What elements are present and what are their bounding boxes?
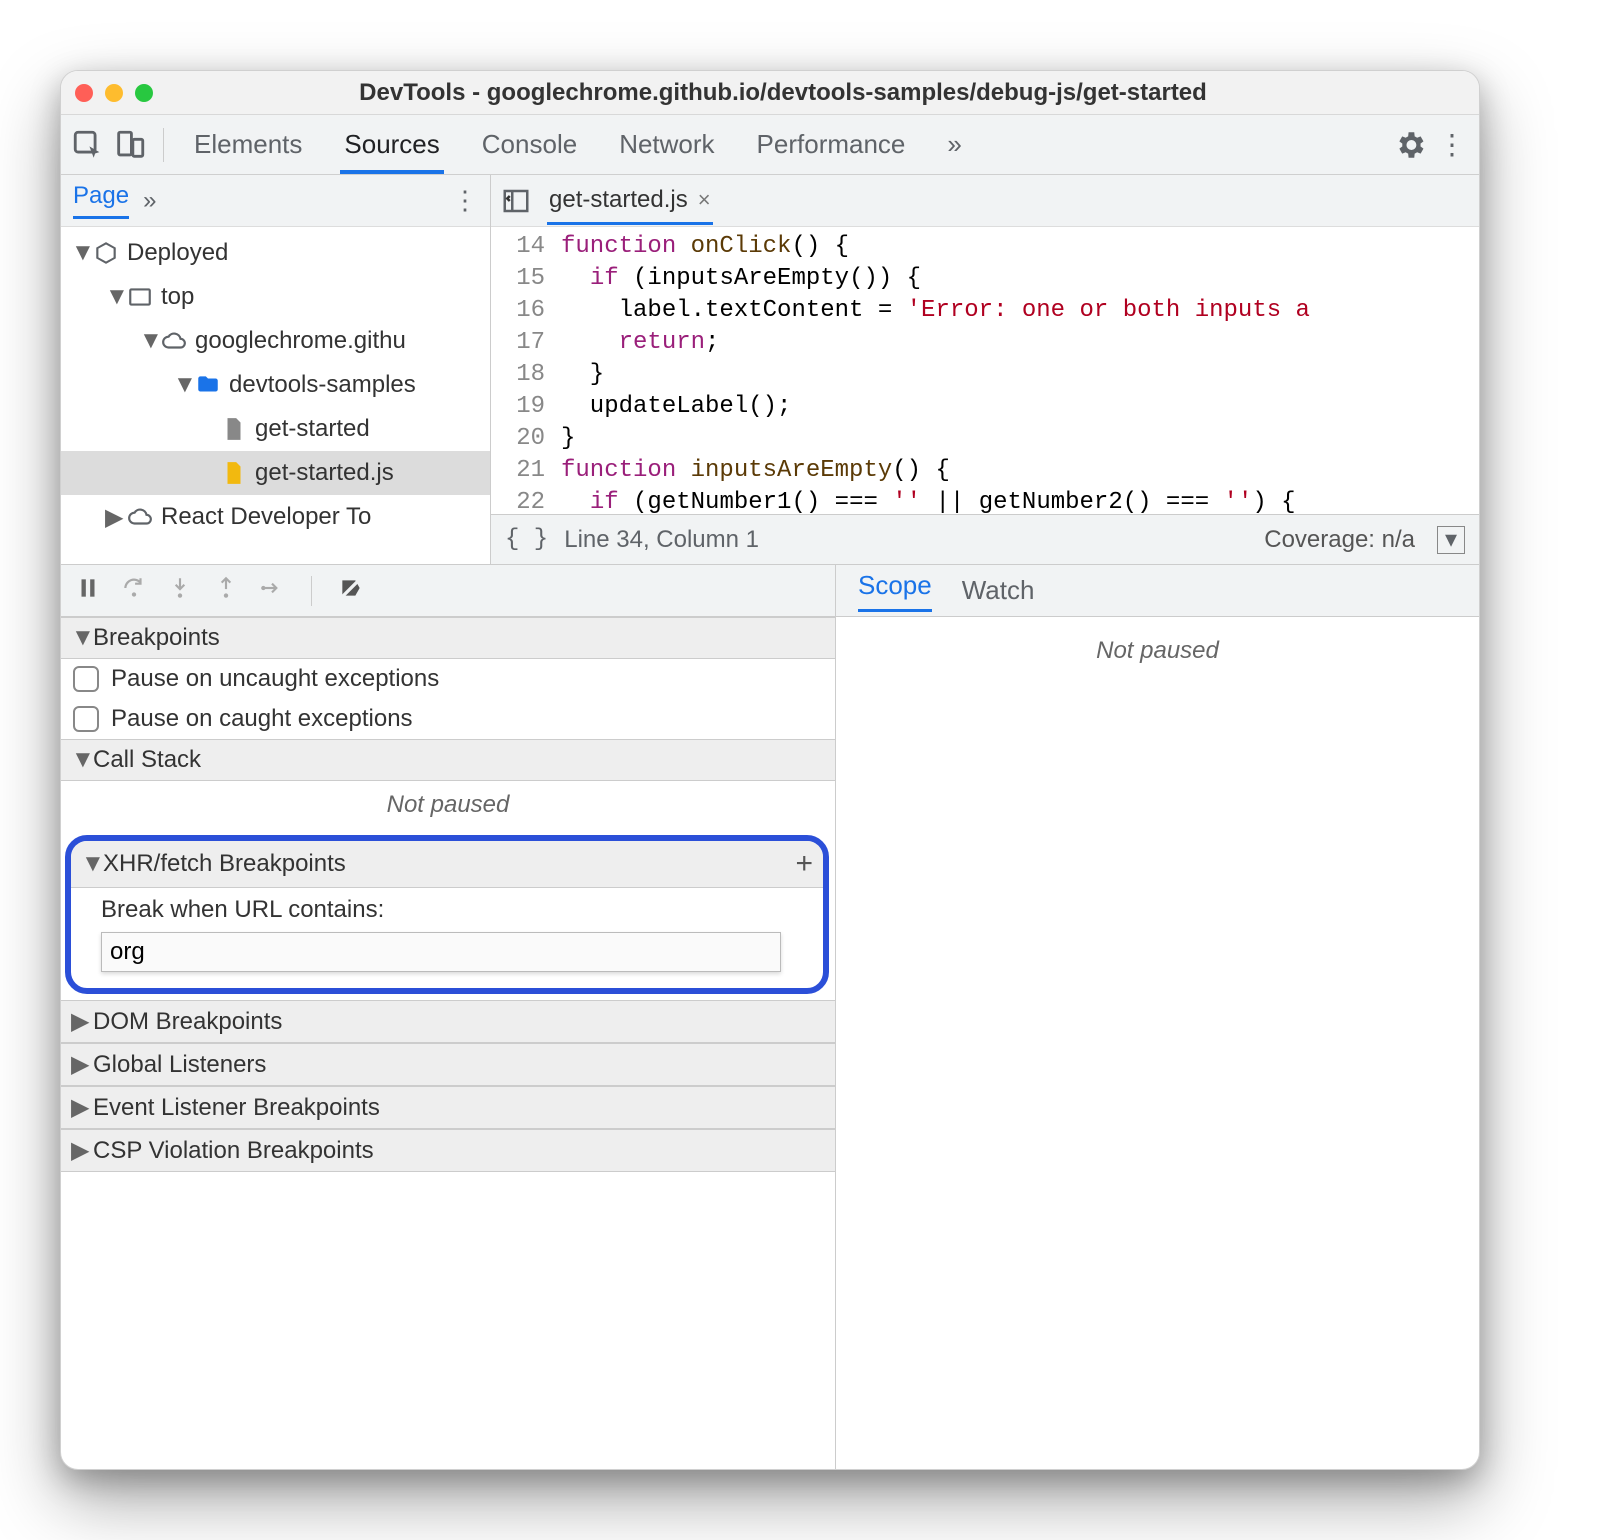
navigator-tab-page[interactable]: Page bbox=[73, 182, 129, 219]
navigator-header: Page » ⋮ bbox=[61, 175, 490, 227]
tree-label: top bbox=[161, 283, 194, 311]
tree-label: googlechrome.githu bbox=[195, 327, 406, 355]
navigator-overflow[interactable]: » bbox=[143, 187, 156, 215]
editor-tab[interactable]: get-started.js × bbox=[547, 176, 713, 225]
tab-elements[interactable]: Elements bbox=[190, 115, 306, 174]
coverage-toggle-icon[interactable]: ▾ bbox=[1437, 526, 1465, 554]
cursor-position: Line 34, Column 1 bbox=[564, 526, 759, 554]
callstack-empty: Not paused bbox=[61, 781, 835, 829]
file-tree: ▼ Deployed ▼ top ▼ googlechrome.githu bbox=[61, 227, 490, 564]
xhr-input-label: Break when URL contains: bbox=[101, 896, 807, 924]
add-xhr-breakpoint-icon[interactable]: + bbox=[795, 847, 813, 881]
checkbox-icon[interactable] bbox=[73, 706, 99, 732]
step-icon[interactable] bbox=[259, 575, 285, 606]
line-gutter: 14 15 16 17 18 19 20 21 22 bbox=[491, 227, 555, 514]
xhr-breakpoints-highlight: ▼XHR/fetch Breakpoints + Break when URL … bbox=[65, 835, 829, 994]
tree-label: get-started.js bbox=[255, 459, 394, 487]
pause-icon[interactable] bbox=[75, 575, 101, 606]
section-csp[interactable]: ▶CSP Violation Breakpoints bbox=[61, 1129, 835, 1172]
panel-tabs: Elements Sources Console Network Perform… bbox=[190, 115, 966, 174]
editor-statusbar: { } Line 34, Column 1 Coverage: n/a ▾ bbox=[491, 514, 1479, 564]
tree-file-js[interactable]: get-started.js bbox=[61, 451, 490, 495]
tree-label: devtools-samples bbox=[229, 371, 416, 399]
tab-scope[interactable]: Scope bbox=[858, 570, 932, 612]
device-toggle-icon[interactable] bbox=[113, 128, 147, 162]
tree-deployed[interactable]: ▼ Deployed bbox=[61, 231, 490, 275]
cube-icon bbox=[93, 240, 119, 266]
step-over-icon[interactable] bbox=[121, 575, 147, 606]
toggle-navigator-icon[interactable] bbox=[501, 186, 531, 216]
navigator-sidebar: Page » ⋮ ▼ Deployed ▼ top bbox=[61, 175, 491, 564]
pause-uncaught-row[interactable]: Pause on uncaught exceptions bbox=[61, 659, 835, 699]
cloud-icon bbox=[161, 328, 187, 354]
zoom-window-icon[interactable] bbox=[135, 84, 153, 102]
document-icon bbox=[221, 416, 247, 442]
minimize-window-icon[interactable] bbox=[105, 84, 123, 102]
scope-empty: Not paused bbox=[836, 617, 1479, 675]
tab-watch[interactable]: Watch bbox=[962, 575, 1035, 606]
editor-tab-label: get-started.js bbox=[549, 186, 688, 214]
section-event[interactable]: ▶Event Listener Breakpoints bbox=[61, 1086, 835, 1129]
titlebar: DevTools - googlechrome.github.io/devtoo… bbox=[61, 71, 1479, 115]
editor-tabstrip: get-started.js × bbox=[491, 175, 1479, 227]
scope-panel: Scope Watch Not paused bbox=[836, 565, 1479, 1469]
js-file-icon bbox=[221, 460, 247, 486]
main-toolbar: Elements Sources Console Network Perform… bbox=[61, 115, 1479, 175]
folder-icon bbox=[195, 372, 221, 398]
devtools-window: DevTools - googlechrome.github.io/devtoo… bbox=[60, 70, 1480, 1470]
pause-caught-row[interactable]: Pause on caught exceptions bbox=[61, 699, 835, 739]
traffic-lights bbox=[75, 84, 153, 102]
section-dom[interactable]: ▶DOM Breakpoints bbox=[61, 1000, 835, 1043]
debugger-toolbar bbox=[61, 565, 835, 617]
tree-extension[interactable]: ▶ React Developer To bbox=[61, 495, 490, 539]
tree-label: Deployed bbox=[127, 239, 228, 267]
tree-label: get-started bbox=[255, 415, 370, 443]
coverage-status: Coverage: n/a bbox=[1264, 526, 1415, 554]
debugger-panel: ▼Breakpoints Pause on uncaught exception… bbox=[61, 565, 836, 1469]
tab-performance[interactable]: Performance bbox=[753, 115, 910, 174]
tree-top[interactable]: ▼ top bbox=[61, 275, 490, 319]
xhr-url-input[interactable] bbox=[101, 932, 781, 972]
code-editor: get-started.js × 14 15 16 17 18 19 20 21… bbox=[491, 175, 1479, 564]
section-breakpoints[interactable]: ▼Breakpoints bbox=[61, 617, 835, 659]
section-xhr[interactable]: ▼XHR/fetch Breakpoints + bbox=[71, 841, 823, 888]
step-out-icon[interactable] bbox=[213, 575, 239, 606]
settings-icon[interactable] bbox=[1393, 128, 1427, 162]
divider bbox=[163, 128, 164, 162]
tab-sources[interactable]: Sources bbox=[340, 115, 443, 174]
frame-icon bbox=[127, 284, 153, 310]
tab-console[interactable]: Console bbox=[478, 115, 581, 174]
step-into-icon[interactable] bbox=[167, 575, 193, 606]
deactivate-breakpoints-icon[interactable] bbox=[338, 575, 364, 606]
tabs-overflow[interactable]: » bbox=[943, 115, 965, 174]
tab-network[interactable]: Network bbox=[615, 115, 718, 174]
navigator-menu-icon[interactable]: ⋮ bbox=[452, 185, 478, 216]
pretty-print-icon[interactable]: { } bbox=[505, 526, 548, 553]
tree-label: React Developer To bbox=[161, 503, 371, 531]
divider bbox=[311, 576, 312, 606]
section-callstack[interactable]: ▼Call Stack bbox=[61, 739, 835, 781]
close-tab-icon[interactable]: × bbox=[698, 187, 711, 213]
cloud-icon bbox=[127, 504, 153, 530]
section-global[interactable]: ▶Global Listeners bbox=[61, 1043, 835, 1086]
scope-tablist: Scope Watch bbox=[836, 565, 1479, 617]
close-window-icon[interactable] bbox=[75, 84, 93, 102]
inspect-element-icon[interactable] bbox=[71, 128, 105, 162]
kebab-menu-icon[interactable]: ⋮ bbox=[1435, 128, 1469, 162]
window-title: DevTools - googlechrome.github.io/devtoo… bbox=[171, 79, 1465, 107]
source-code[interactable]: function onClick() { if (inputsAreEmpty(… bbox=[555, 227, 1310, 514]
tree-origin[interactable]: ▼ googlechrome.githu bbox=[61, 319, 490, 363]
checkbox-icon[interactable] bbox=[73, 666, 99, 692]
tree-folder[interactable]: ▼ devtools-samples bbox=[61, 363, 490, 407]
tree-file-html[interactable]: get-started bbox=[61, 407, 490, 451]
